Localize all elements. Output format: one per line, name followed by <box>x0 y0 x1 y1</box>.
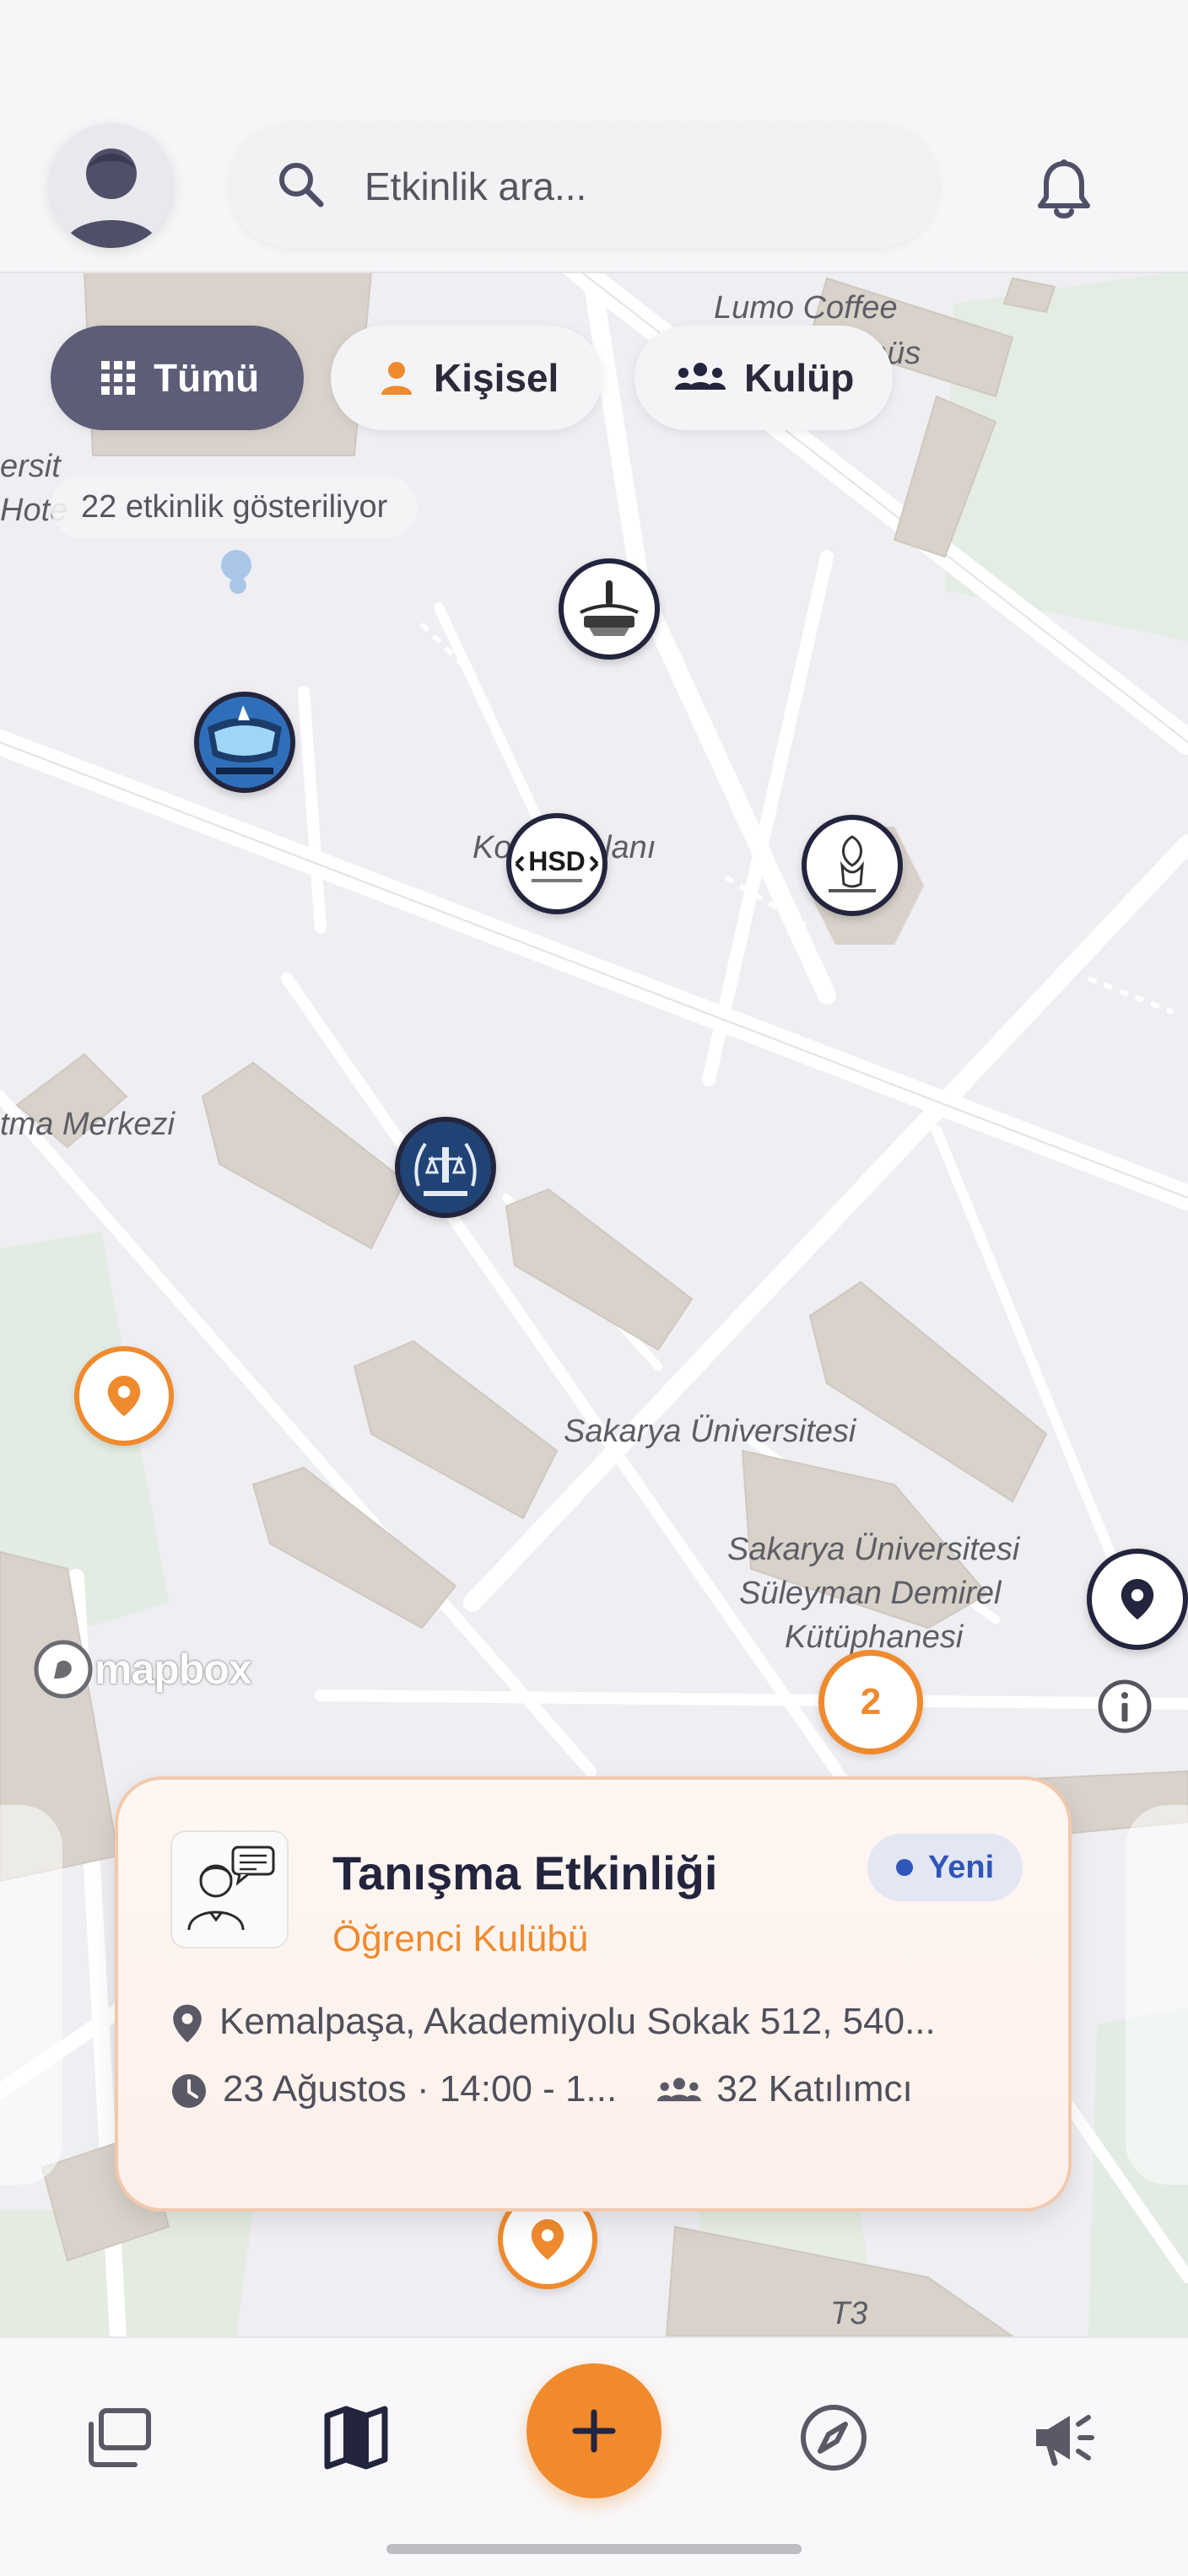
map-icon <box>324 2406 388 2470</box>
location-pin-icon <box>531 2219 564 2260</box>
search-bar[interactable]: Etkinlik ara... <box>230 123 938 248</box>
add-event-button[interactable] <box>526 2363 662 2498</box>
mapbox-attribution[interactable]: mapbox <box>32 1638 252 1700</box>
ornament-club-logo-icon <box>813 827 891 904</box>
event-title: Tanışma Etkinliği <box>332 1846 718 1900</box>
info-icon[interactable] <box>1095 1677 1154 1736</box>
map-label-versity: ersit <box>0 449 61 484</box>
map-label-lumo-coffee: Lumo Coffee <box>714 290 898 326</box>
profile-avatar[interactable] <box>49 123 174 248</box>
prev-card-peek[interactable] <box>0 1805 62 2185</box>
filter-chip-club[interactable]: Kulüp <box>634 326 893 430</box>
nav-explore-button[interactable] <box>793 2397 874 2478</box>
club-marker-ornament[interactable] <box>802 815 903 916</box>
location-pin-icon <box>1120 1579 1154 1619</box>
map-label-merkez: tma Merkezi <box>0 1107 175 1142</box>
svg-text:HSD: HSD <box>528 846 586 876</box>
location-pin-icon <box>107 1376 141 1416</box>
event-pin-marker[interactable] <box>74 1346 174 1446</box>
filter-chip-club-label: Kulüp <box>744 356 855 400</box>
filter-chip-all-label: Tümü <box>154 356 260 400</box>
plus-icon <box>572 2409 616 2453</box>
filter-chip-all[interactable]: Tümü <box>51 326 304 430</box>
new-badge-label: Yeni <box>928 1850 995 1885</box>
participants-icon <box>657 2078 702 2102</box>
law-club-logo-icon <box>400 1122 491 1213</box>
search-icon <box>279 163 324 207</box>
cards-icon <box>89 2408 151 2467</box>
mapbox-wordmark: mapbox <box>94 1646 252 1693</box>
home-indicator[interactable] <box>386 2544 802 2554</box>
hsd-logo-icon: HSD <box>515 846 599 882</box>
club-marker-hsd[interactable]: HSD <box>506 813 608 914</box>
nav-cards-button[interactable] <box>78 2397 159 2478</box>
filter-chip-personal-label: Kişisel <box>434 356 559 400</box>
group-icon <box>675 363 726 390</box>
mapbox-logo-icon <box>34 1640 93 1699</box>
new-badge: Yeni <box>867 1834 1023 1901</box>
event-location: Kemalpaşa, Akademiyolu Sokak 512, 540... <box>219 2001 936 2042</box>
event-card[interactable]: Tanışma Etkinliği Öğrenci Kulübü Yeni Ke… <box>115 1776 1072 2212</box>
nav-map-button[interactable] <box>316 2397 397 2478</box>
event-cluster-marker[interactable]: 2 <box>818 1650 923 1754</box>
club-marker-law[interactable] <box>395 1117 496 1218</box>
map-label-kongre-b: lanı <box>604 830 656 865</box>
event-datetime: 23 Ağustos · 14:00 - 1... <box>223 2068 618 2110</box>
event-meta-row: 23 Ağustos · 14:00 - 1... 32 Katılımcı <box>170 2068 913 2110</box>
diving-club-logo-icon <box>199 697 290 788</box>
event-participants: 32 Katılımcı <box>716 2068 913 2110</box>
grid-icon <box>101 361 135 395</box>
event-thumbnail <box>170 1830 289 1948</box>
music-club-logo-icon <box>570 570 648 648</box>
next-card-peek[interactable] <box>1126 1805 1188 2185</box>
map-label-sakarya-uni: Sakarya Üniversitesi <box>564 1414 856 1449</box>
search-input[interactable]: Etkinlik ara... <box>364 164 586 209</box>
event-organizer: Öğrenci Kulübü <box>332 1918 589 1959</box>
notification-bell-icon[interactable] <box>1036 159 1092 221</box>
nav-announcements-button[interactable] <box>1028 2397 1109 2478</box>
person-icon <box>381 362 412 395</box>
event-pin-marker-navy[interactable] <box>1087 1549 1188 1650</box>
event-location-row: Kemalpaşa, Akademiyolu Sokak 512, 540... <box>170 2001 936 2044</box>
megaphone-icon <box>1036 2415 1094 2466</box>
location-pin-icon <box>173 2004 202 2043</box>
map-label-library-2: Süleyman Demirel <box>739 1576 1002 1611</box>
club-marker-music[interactable] <box>559 558 660 660</box>
club-marker-diving[interactable] <box>194 692 295 793</box>
event-count-label: 22 etkinlik gösteriliyor <box>51 476 418 538</box>
filter-chip-personal[interactable]: Kişisel <box>331 326 602 430</box>
compass-icon <box>801 2405 867 2471</box>
map-label-library-1: Sakarya Üniversitesi <box>727 1532 1020 1567</box>
badge-dot <box>896 1859 913 1876</box>
user-avatar-icon <box>64 148 159 248</box>
map-label-t3: T3 <box>830 2296 868 2331</box>
clock-icon <box>172 2074 206 2109</box>
chat-person-icon <box>172 1832 287 1947</box>
